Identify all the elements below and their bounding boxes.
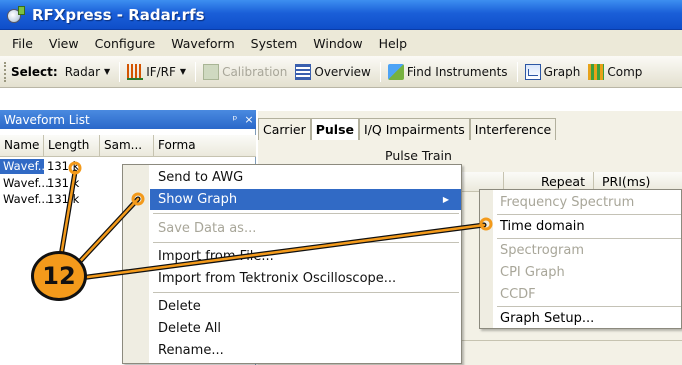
callout-target-waveform: [68, 161, 82, 175]
callout-lines: [57, 161, 493, 281]
callout-number-badge: 12: [31, 251, 87, 301]
